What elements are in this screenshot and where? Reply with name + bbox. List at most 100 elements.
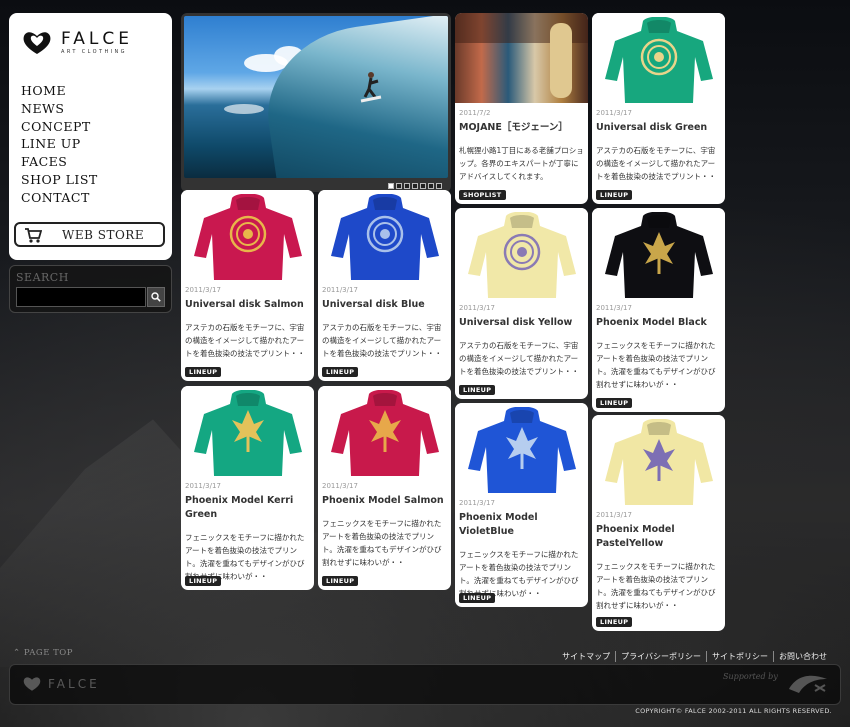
card-date: 2011/3/17: [322, 286, 358, 294]
sponsor-logo-icon[interactable]: [785, 671, 835, 697]
card-title[interactable]: Phoenix Model VioletBlue: [459, 511, 588, 539]
card-title[interactable]: Phoenix Model Salmon: [322, 494, 451, 508]
slider-dot[interactable]: [396, 183, 402, 189]
hoodie-image: [193, 194, 302, 280]
footer-link-contact[interactable]: お問い合わせ: [773, 651, 832, 662]
brand-name: FALCE: [61, 28, 133, 49]
card-category-tag[interactable]: LINEUP: [185, 576, 222, 586]
search-icon: [151, 292, 161, 302]
product-card[interactable]: 2011/3/17 Phoenix Model Black フェニックスをモチー…: [592, 208, 725, 412]
product-image: [455, 208, 588, 298]
hero-surf-image: [184, 16, 448, 178]
card-category-tag[interactable]: LINEUP: [322, 367, 359, 377]
slider-dot[interactable]: [388, 183, 394, 189]
brand-logo[interactable]: FALCE ART CLOTHING: [21, 30, 133, 56]
footer-logo[interactable]: FALCE: [22, 676, 100, 692]
card-category-tag[interactable]: LINEUP: [459, 385, 496, 395]
card-title[interactable]: Universal disk Salmon: [185, 298, 314, 312]
nav-item-home[interactable]: HOME: [21, 82, 98, 100]
card-category-tag[interactable]: LINEUP: [596, 190, 633, 200]
footer-link-privacy[interactable]: プライバシーポリシー: [615, 651, 706, 662]
card-description: アステカの石版をモチーフに、宇宙の構造をイメージして描かれたアートを着色抜染の技…: [322, 323, 442, 358]
card-category-tag[interactable]: LINEUP: [596, 398, 633, 408]
slider-dot[interactable]: [428, 183, 434, 189]
nav-item-faces[interactable]: FACES: [21, 153, 98, 171]
slider-dot[interactable]: [420, 183, 426, 189]
nav-item-concept[interactable]: CONCEPT: [21, 118, 98, 136]
product-image: [455, 403, 588, 493]
nav-item-contact[interactable]: CONTACT: [21, 189, 98, 207]
card-category-tag[interactable]: LINEUP: [322, 576, 359, 586]
hoodie-image: [604, 17, 713, 103]
hoodie-image: [604, 212, 713, 298]
slider-dot[interactable]: [404, 183, 410, 189]
card-title[interactable]: Universal disk Blue: [322, 298, 451, 312]
product-image: [318, 190, 451, 280]
product-card[interactable]: 2011/3/17 Phoenix Model PastelYellow フェニ…: [592, 415, 725, 631]
footer-logo-text: FALCE: [48, 677, 100, 691]
card-category-tag[interactable]: LINEUP: [185, 367, 222, 377]
hoodie-image: [330, 194, 439, 280]
slider-dots: [388, 183, 442, 189]
card-date: 2011/3/17: [459, 499, 495, 507]
footer-bar: FALCE Supported by: [9, 664, 841, 705]
slider-dot[interactable]: [436, 183, 442, 189]
card-date: 2011/3/17: [459, 304, 495, 312]
hoodie-image: [604, 419, 713, 505]
copyright-text: COPYRIGHT© FALCE 2002-2011 ALL RIGHTS RE…: [635, 707, 832, 715]
product-image: [592, 208, 725, 298]
surfer-figure: [360, 72, 382, 103]
product-image: [592, 13, 725, 103]
card-description: フェニックスをモチーフに描かれたアートを着色抜染の技法でプリント。洗濯を重ねても…: [322, 519, 442, 567]
card-title[interactable]: Universal disk Yellow: [459, 316, 588, 330]
product-card[interactable]: 2011/3/17 Universal disk Salmon アステカの石版を…: [181, 190, 314, 381]
product-card[interactable]: 2011/3/17 Phoenix Model Kerri Green フェニッ…: [181, 386, 314, 590]
shop-image: [455, 13, 588, 103]
search-box: SEARCH: [9, 265, 172, 313]
card-title[interactable]: Phoenix Model PastelYellow: [596, 523, 725, 551]
hoodie-image: [193, 390, 302, 476]
card-category-tag[interactable]: LINEUP: [596, 617, 633, 627]
card-date: 2011/3/17: [185, 482, 221, 490]
product-card[interactable]: 2011/7/2 MOJANE［モジェーン］ 札幌狸小路1丁目にある老舗プロショ…: [455, 13, 588, 204]
footer-links: サイトマップ プライバシーポリシー サイトポリシー お問い合わせ: [557, 651, 832, 662]
web-store-label: WEB STORE: [62, 227, 145, 242]
card-category-tag[interactable]: SHOPLIST: [459, 190, 506, 200]
product-card[interactable]: 2011/3/17 Universal disk Yellow アステカの石版を…: [455, 208, 588, 399]
supported-by-label: Supported by: [723, 672, 778, 681]
search-label: SEARCH: [16, 271, 69, 284]
card-title[interactable]: Phoenix Model Kerri Green: [185, 494, 314, 522]
footer-link-sitemap[interactable]: サイトマップ: [557, 651, 615, 662]
nav-item-shop-list[interactable]: SHOP LIST: [21, 171, 98, 189]
web-store-button[interactable]: WEB STORE: [14, 222, 165, 247]
nav-item-news[interactable]: NEWS: [21, 100, 98, 118]
card-title[interactable]: Universal disk Green: [596, 121, 725, 135]
card-description: フェニックスをモチーフに描かれたアートを着色抜染の技法でプリント。洗濯を重ねても…: [596, 562, 716, 610]
card-description: フェニックスをモチーフに描かれたアートを着色抜染の技法でプリント。洗濯を重ねても…: [596, 341, 716, 389]
product-card[interactable]: 2011/3/17 Phoenix Model VioletBlue フェニック…: [455, 403, 588, 607]
page-top-label: PAGE TOP: [23, 648, 73, 658]
slider-dot[interactable]: [412, 183, 418, 189]
card-title[interactable]: MOJANE［モジェーン］: [459, 121, 588, 135]
product-card[interactable]: 2011/3/17 Universal disk Blue アステカの石版をモチ…: [318, 190, 451, 381]
product-image: [181, 190, 314, 280]
card-description: アステカの石版をモチーフに、宇宙の構造をイメージして描かれたアートを着色抜染の技…: [596, 146, 716, 181]
search-input[interactable]: [16, 287, 146, 307]
page-top-link[interactable]: ⌃ PAGE TOP: [13, 648, 73, 658]
brand-subtitle: ART CLOTHING: [61, 48, 127, 55]
hero-slider[interactable]: [181, 13, 451, 192]
card-date: 2011/3/17: [185, 286, 221, 294]
search-button[interactable]: [147, 287, 165, 307]
hoodie-image: [467, 212, 576, 298]
hoodie-image: [330, 390, 439, 476]
product-card[interactable]: 2011/3/17 Phoenix Model Salmon フェニックスをモチ…: [318, 386, 451, 590]
chevron-up-icon: ⌃: [13, 648, 21, 658]
product-card[interactable]: 2011/3/17 Universal disk Green アステカの石版をモ…: [592, 13, 725, 204]
nav-item-lineup[interactable]: LINE UP: [21, 135, 98, 153]
footer-link-site-policy[interactable]: サイトポリシー: [706, 651, 773, 662]
card-title[interactable]: Phoenix Model Black: [596, 316, 725, 330]
main-nav: HOME NEWS CONCEPT LINE UP FACES SHOP LIS…: [21, 82, 98, 207]
card-category-tag[interactable]: LINEUP: [459, 593, 496, 603]
sidebar: FALCE ART CLOTHING HOME NEWS CONCEPT LIN…: [9, 13, 172, 260]
product-image: [181, 386, 314, 476]
